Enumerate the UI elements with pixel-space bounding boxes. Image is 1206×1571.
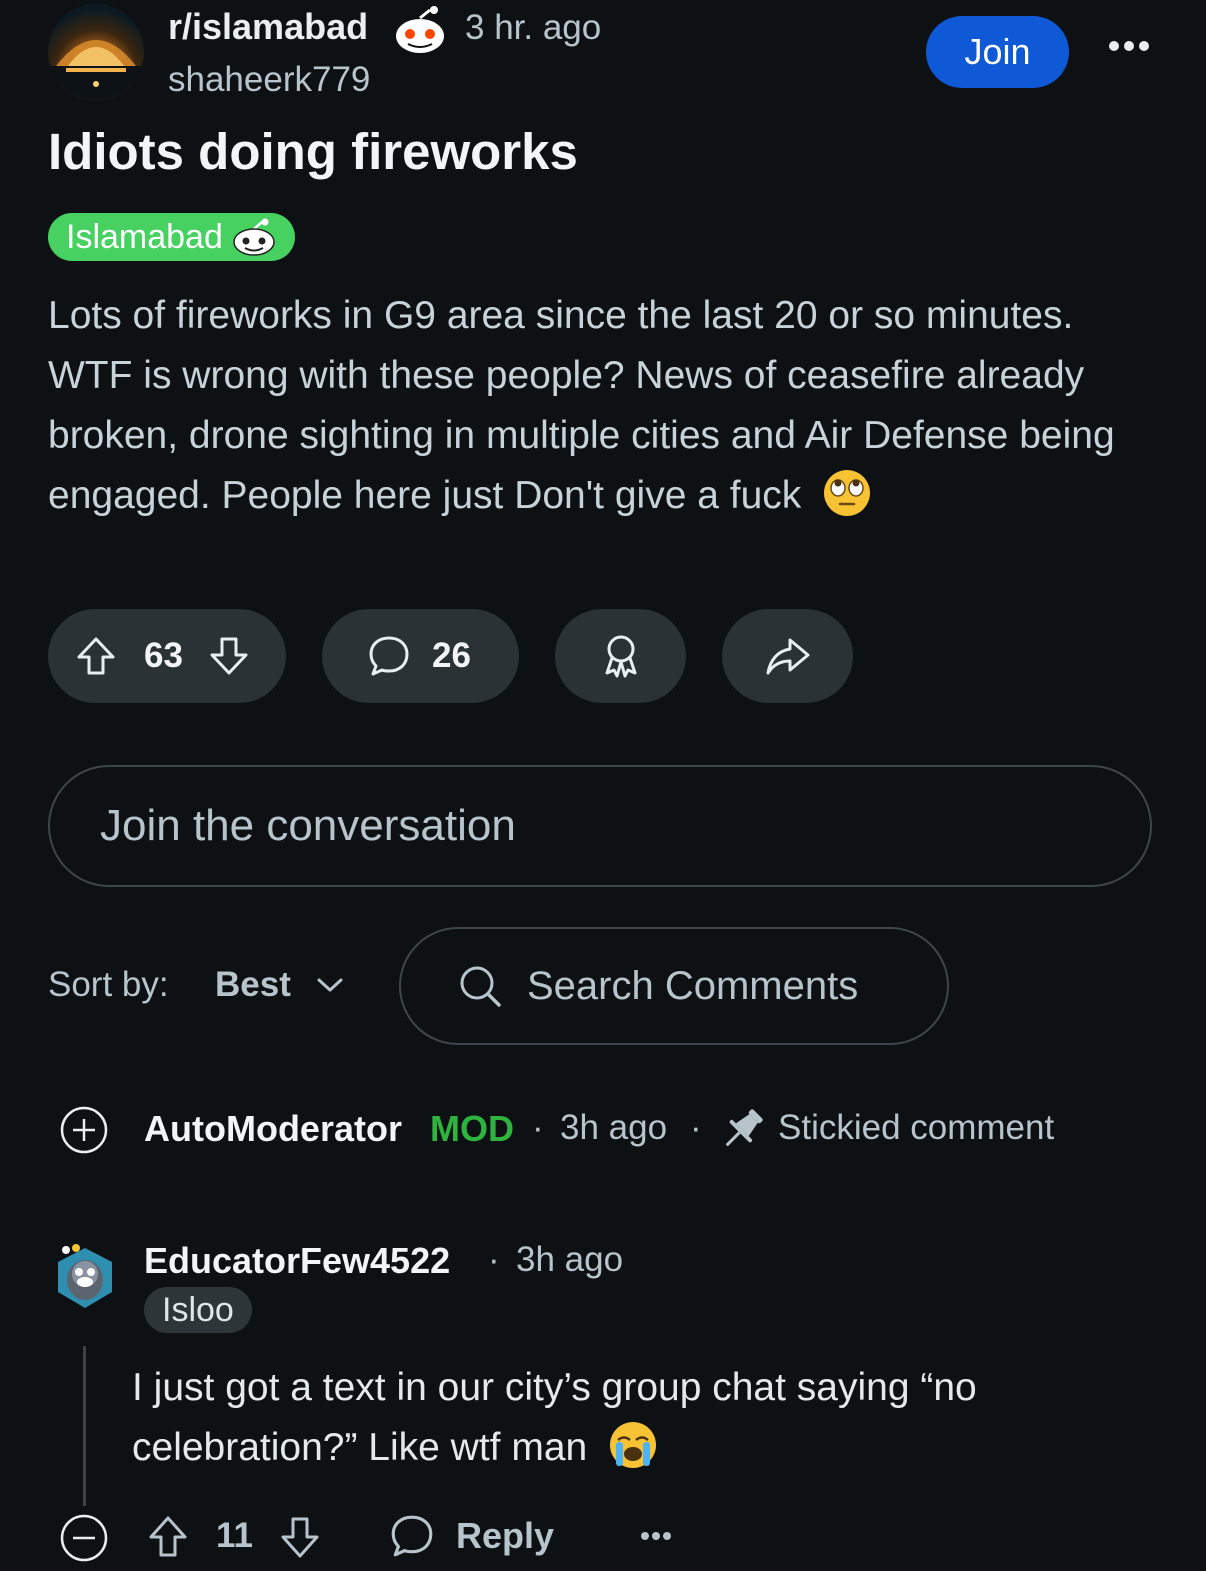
share-button[interactable]: [722, 609, 853, 703]
post-title[interactable]: Idiots doing fireworks: [48, 122, 578, 181]
thread-line[interactable]: [83, 1346, 86, 1506]
downvote-icon[interactable]: [278, 1514, 322, 1560]
comment-time: 3h ago: [516, 1240, 624, 1279]
comment-author[interactable]: AutoModerator: [144, 1108, 402, 1150]
comment-icon: [391, 1515, 433, 1557]
eye-roll-emoji: [824, 470, 871, 516]
sort-dropdown[interactable]: Best: [215, 965, 291, 1005]
join-conversation-placeholder: Join the conversation: [100, 801, 516, 850]
search-comments-input[interactable]: Search Comments: [399, 927, 949, 1045]
join-button[interactable]: Join: [926, 16, 1069, 88]
share-icon: [766, 638, 809, 675]
crying-emoji: [610, 1422, 657, 1468]
expand-icon[interactable]: [60, 1106, 108, 1154]
vote-control: 63: [48, 609, 286, 703]
post-flair[interactable]: Islamabad: [48, 213, 295, 261]
post-flair-label: Islamabad: [66, 217, 223, 256]
sort-label: Sort by:: [48, 965, 169, 1004]
comment-count: 26: [432, 636, 471, 675]
reply-button[interactable]: Reply: [388, 1512, 554, 1560]
comment-time: 3h ago: [560, 1108, 668, 1147]
search-comments-placeholder: Search Comments: [527, 963, 859, 1008]
mod-badge: MOD: [430, 1108, 514, 1149]
snoo-icon: [392, 4, 448, 56]
separator-dot: ·: [488, 1240, 500, 1279]
search-icon: [460, 966, 501, 1007]
more-icon[interactable]: [1108, 38, 1150, 54]
avatar[interactable]: [52, 1240, 118, 1312]
subreddit-avatar[interactable]: [48, 4, 144, 100]
vote-count: 63: [144, 636, 183, 675]
comments-button[interactable]: 26: [322, 609, 519, 703]
downvote-icon[interactable]: [207, 634, 251, 678]
upvote-icon[interactable]: [146, 1514, 190, 1560]
more-icon[interactable]: [640, 1530, 672, 1542]
post-body: Lots of fireworks in G9 area since the l…: [48, 286, 1168, 526]
award-button[interactable]: [555, 609, 686, 703]
comment-body-text: I just got a text in our city’s group ch…: [132, 1366, 977, 1469]
comment-vote-count: 11: [216, 1516, 253, 1555]
comment-author[interactable]: EducatorFew4522: [144, 1240, 450, 1282]
post-author[interactable]: shaheerk779: [168, 60, 370, 100]
post-body-text: Lots of fireworks in G9 area since the l…: [48, 294, 1115, 517]
separator-dot: ·: [690, 1108, 702, 1147]
separator-dot: ·: [532, 1108, 544, 1147]
award-icon: [605, 635, 636, 678]
subreddit-name[interactable]: r/islamabad: [168, 6, 368, 48]
collapse-icon[interactable]: [60, 1514, 108, 1562]
stickied-label: Stickied comment: [778, 1108, 1055, 1147]
comment-body: I just got a text in our city’s group ch…: [132, 1358, 1152, 1478]
comment-icon: [369, 636, 409, 676]
post-time: 3 hr. ago: [465, 8, 602, 47]
upvote-icon[interactable]: [74, 634, 118, 678]
user-flair: Isloo: [144, 1287, 252, 1333]
snoo-icon: [233, 218, 275, 256]
reply-label: Reply: [456, 1515, 555, 1556]
chevron-down-icon[interactable]: [316, 975, 344, 995]
pin-icon: [718, 1104, 768, 1154]
join-conversation-input[interactable]: Join the conversation: [48, 765, 1152, 887]
